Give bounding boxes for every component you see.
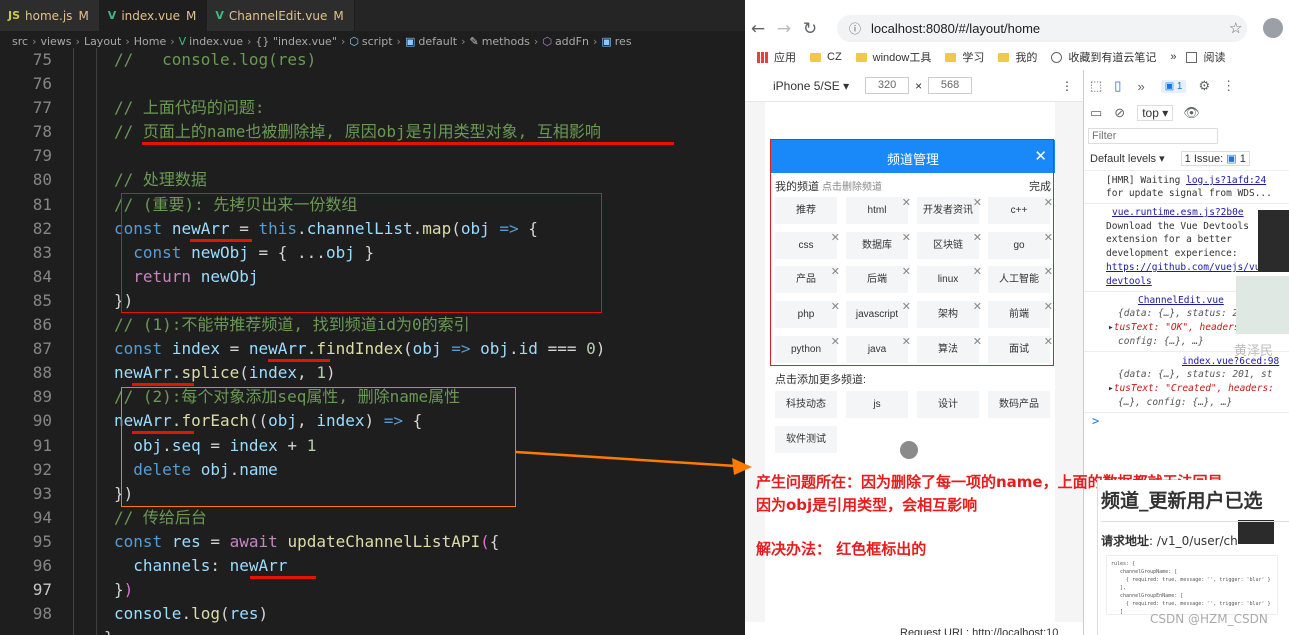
request-url-text: Request URL: http://localhost:10 [900, 627, 1059, 635]
doc-code-block: rules: { channelGroupName: [ { required:… [1106, 555, 1278, 615]
url-label: 请求地址 [1101, 534, 1150, 548]
divider [1101, 521, 1289, 522]
csdn-watermark: CSDN @HZM_CSDN [1150, 612, 1268, 626]
annotation-arrow [515, 450, 752, 475]
doc-request-url: 请求地址: /v1_0/user/ch [1101, 532, 1238, 549]
annotation-problem-line2: 因为obj是引用类型，会相互影响 [756, 496, 978, 514]
annotation-solution: 解决办法： 红色框标出的 [756, 540, 927, 558]
doc-title: 频道_更新用户已选 [1101, 490, 1263, 512]
url-value: : /v1_0/user/ch [1149, 534, 1238, 548]
thumbnail-overlay [1238, 520, 1274, 544]
